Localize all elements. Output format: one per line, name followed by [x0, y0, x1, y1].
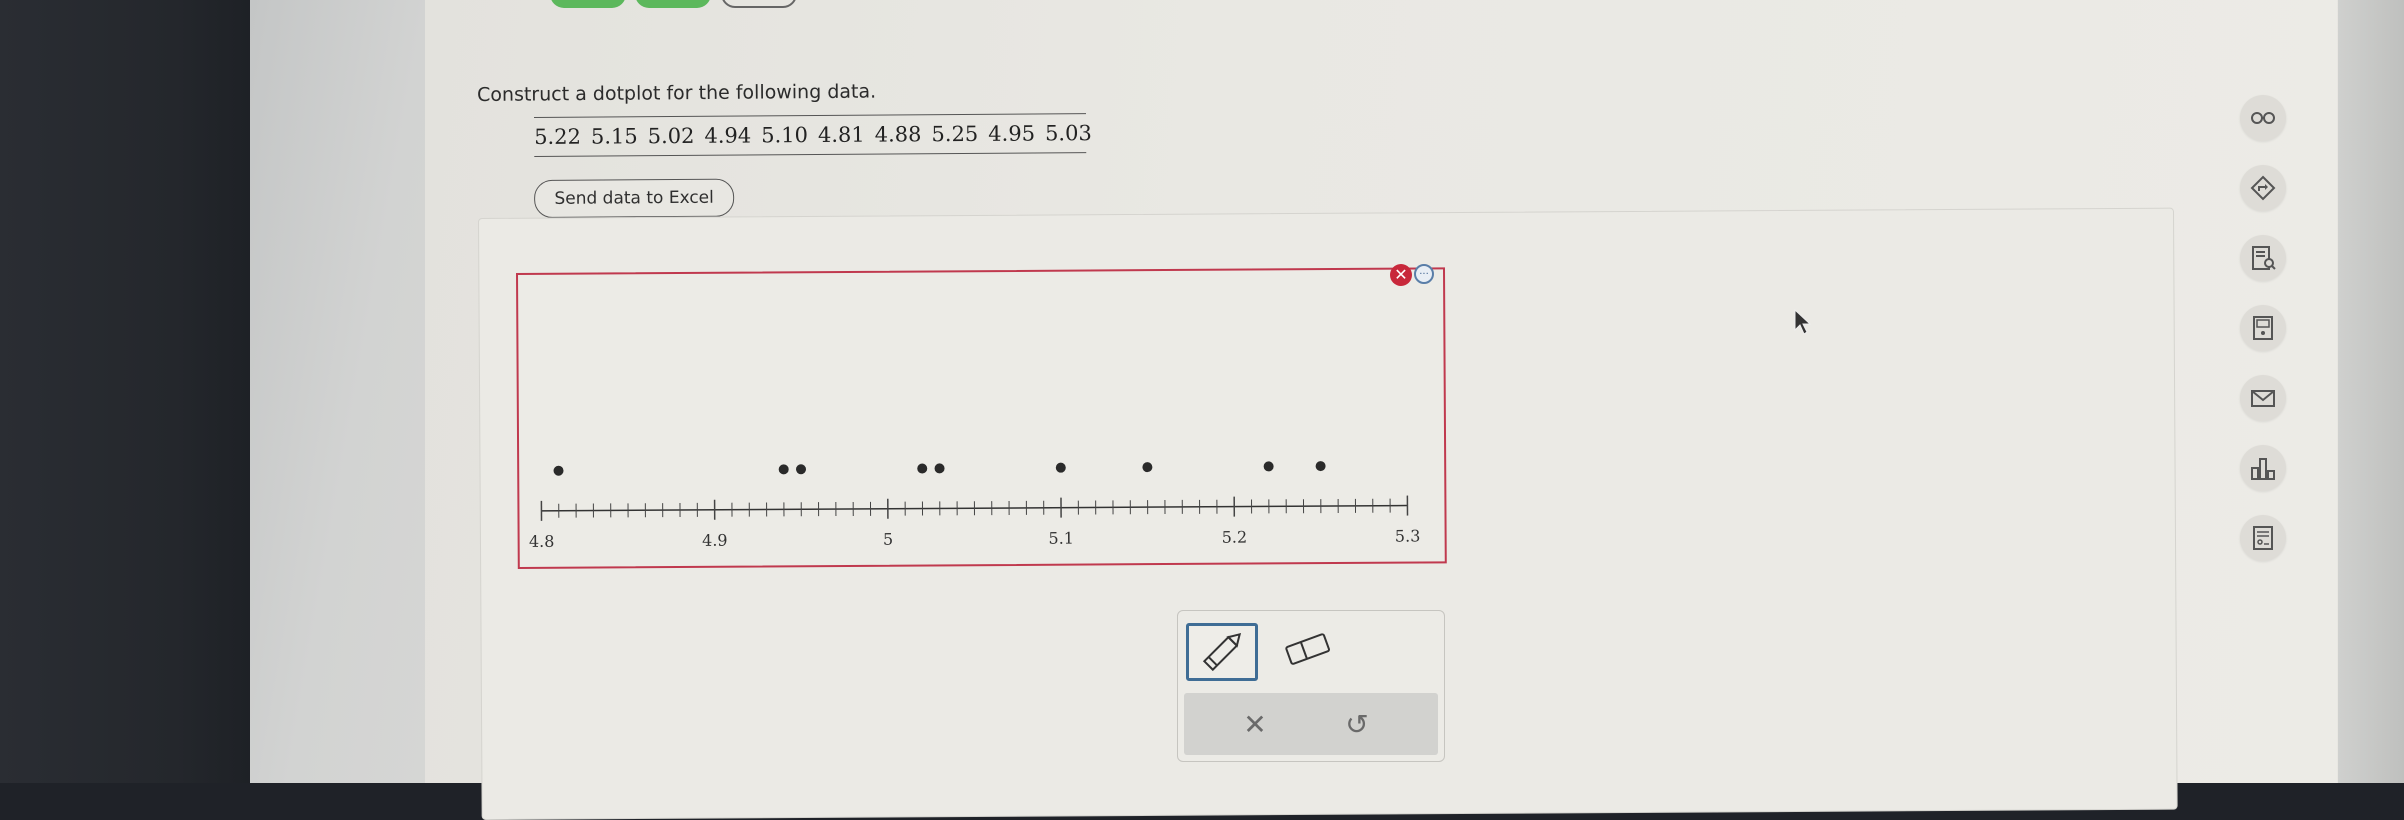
send-to-excel-button[interactable]: Send data to Excel	[534, 179, 734, 218]
list-search-icon	[2249, 244, 2277, 272]
eraser-tool-button[interactable]	[1278, 625, 1338, 675]
green-button-1[interactable]	[550, 0, 626, 8]
data-value: 4.88	[875, 122, 922, 146]
toolbar-actions: ✕ ↺	[1184, 693, 1438, 755]
dotplot-dot[interactable]	[917, 463, 927, 473]
more-options-icon[interactable]: ···	[1414, 264, 1434, 284]
close-plot-icon[interactable]: ✕	[1390, 264, 1412, 286]
tick-label: 4.8	[529, 532, 555, 551]
data-value: 5.03	[1045, 121, 1092, 145]
undo-icon[interactable]: ↺	[1332, 705, 1382, 745]
dotplot-dot[interactable]	[1264, 461, 1274, 471]
data-value: 5.15	[591, 124, 638, 148]
monitor-bezel-right	[2338, 0, 2404, 783]
dotplot-dot[interactable]	[935, 463, 945, 473]
clear-icon[interactable]: ✕	[1230, 705, 1280, 745]
data-value: 4.94	[704, 123, 751, 147]
tick-label: 5.1	[1048, 529, 1074, 548]
mouse-cursor	[1793, 308, 1813, 340]
side-button-calculator[interactable]	[2240, 305, 2286, 351]
cursor-icon	[1793, 308, 1813, 336]
dotplot-dot[interactable]	[1056, 463, 1066, 473]
pencil-tool-button[interactable]	[1186, 623, 1258, 681]
side-button-bar-chart[interactable]	[2240, 445, 2286, 491]
drawing-toolbar: ✕ ↺	[1177, 610, 1445, 762]
side-button-compass[interactable]	[2240, 165, 2286, 211]
mail-icon	[2249, 384, 2277, 412]
data-value: 5.22	[534, 125, 581, 149]
green-button-2[interactable]	[635, 0, 711, 8]
tick-label: 5.2	[1222, 528, 1248, 547]
tick-label: 5	[883, 530, 893, 549]
calculator-icon	[2249, 314, 2277, 342]
outline-button[interactable]	[721, 0, 797, 8]
side-button-list-search[interactable]	[2240, 235, 2286, 281]
data-values-box: 5.225.155.024.945.104.814.885.254.955.03	[534, 113, 1086, 157]
dotplot-dot[interactable]	[779, 464, 789, 474]
dotplot-dot[interactable]	[1316, 461, 1326, 471]
monitor-bezel-left	[0, 0, 250, 783]
dotplot-canvas[interactable]: 4.8 4.9 5 5.1 5.2 5.3	[518, 269, 1444, 566]
side-button-glasses[interactable]	[2240, 95, 2286, 141]
tick-label: 5.3	[1395, 526, 1421, 545]
dotplot-frame[interactable]: 4.8 4.9 5 5.1 5.2 5.3	[516, 267, 1447, 569]
data-value: 4.81	[818, 123, 865, 147]
report-icon	[2249, 524, 2277, 552]
data-value: 5.10	[761, 123, 808, 147]
compass-icon	[2249, 174, 2277, 202]
dotplot-dot[interactable]	[553, 466, 563, 476]
eraser-icon	[1278, 625, 1338, 675]
glasses-icon	[2249, 104, 2277, 132]
bar-chart-icon	[2249, 454, 2277, 482]
dotplot-dot[interactable]	[1142, 462, 1152, 472]
dotplot-dot[interactable]	[796, 464, 806, 474]
question-prompt: Construct a dotplot for the following da…	[477, 81, 876, 106]
side-button-report[interactable]	[2240, 515, 2286, 561]
pencil-icon	[1189, 626, 1255, 678]
data-value: 5.25	[931, 122, 978, 146]
side-button-mail[interactable]	[2240, 375, 2286, 421]
data-value: 4.95	[988, 122, 1035, 146]
data-value: 5.02	[648, 124, 695, 148]
tick-label: 4.9	[702, 531, 728, 550]
